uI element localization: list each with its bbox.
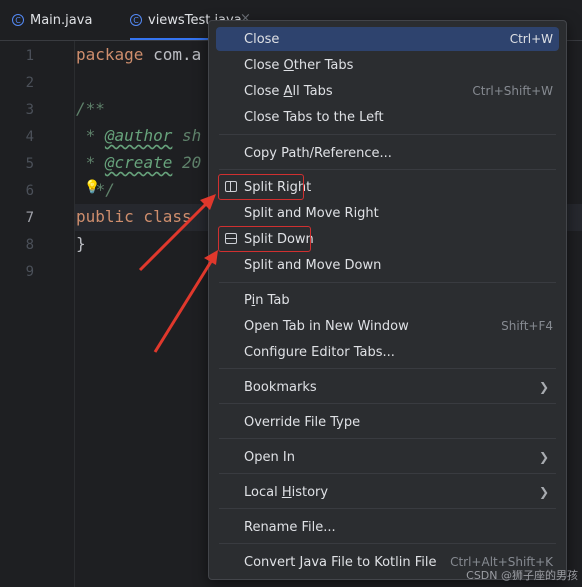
watermark: CSDN @狮子座的男孩 (466, 569, 578, 582)
annotation-arrows (138, 194, 218, 353)
arrow-to-split-down (153, 250, 218, 353)
arrow-to-split-right (138, 194, 216, 272)
